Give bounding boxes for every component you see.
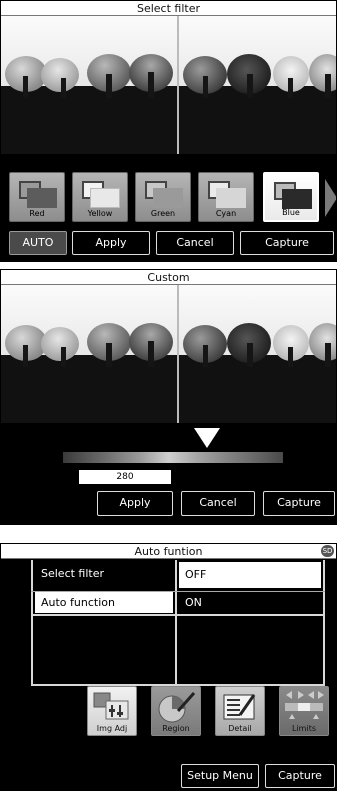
screen-title: Select filter bbox=[1, 1, 336, 16]
screen-title: Auto funtion SD bbox=[1, 544, 336, 559]
auto-function-value[interactable]: ON bbox=[179, 592, 321, 613]
sd-card-badge: SD bbox=[321, 545, 334, 557]
live-preview bbox=[1, 16, 336, 154]
limits-tile[interactable]: Limits bbox=[279, 686, 329, 736]
image-adjust-icon bbox=[93, 692, 129, 720]
filter-swatch bbox=[27, 188, 57, 208]
filter-swatch bbox=[216, 188, 246, 208]
screen-title-text: Auto funtion bbox=[134, 545, 203, 558]
live-preview bbox=[1, 285, 336, 423]
filter-label: Red bbox=[29, 209, 45, 218]
scroll-right-arrow-icon[interactable] bbox=[325, 179, 337, 217]
value-field[interactable]: 280 bbox=[79, 470, 171, 484]
apply-button[interactable]: Apply bbox=[72, 231, 150, 255]
menu-item-auto-function[interactable]: Auto function bbox=[35, 592, 173, 613]
filter-yellow[interactable]: Yellow bbox=[72, 172, 128, 222]
filter-red[interactable]: Red bbox=[9, 172, 65, 222]
region-icon bbox=[158, 692, 196, 723]
capture-button[interactable]: Capture bbox=[263, 491, 335, 516]
tile-label: Img Adj bbox=[96, 724, 128, 733]
detail-icon bbox=[223, 694, 256, 720]
capture-button[interactable]: Capture bbox=[265, 764, 335, 788]
filter-blue[interactable]: Blue bbox=[263, 172, 319, 222]
tile-label: Detail bbox=[228, 724, 252, 733]
region-tile[interactable]: Region bbox=[151, 686, 201, 736]
cancel-button[interactable]: Cancel bbox=[156, 231, 234, 255]
filter-swatch bbox=[153, 188, 183, 208]
auto-button[interactable]: AUTO bbox=[9, 231, 67, 255]
filter-label: Yellow bbox=[87, 209, 113, 218]
select-filter-value[interactable]: OFF bbox=[179, 562, 321, 588]
tile-label: Limits bbox=[292, 724, 316, 733]
custom-screen: Custom 280 Apply Cancel Capture bbox=[0, 269, 337, 525]
wavelength-gradient-bar[interactable] bbox=[63, 452, 283, 463]
tile-label: Region bbox=[162, 724, 190, 733]
filter-swatch bbox=[90, 188, 120, 208]
select-filter-screen: Select filter Red Yellow Green Cyan Blue… bbox=[0, 0, 337, 262]
detail-tile[interactable]: Detail bbox=[215, 686, 265, 736]
capture-button[interactable]: Capture bbox=[240, 231, 334, 255]
filter-swatch bbox=[282, 189, 312, 209]
cancel-button[interactable]: Cancel bbox=[181, 491, 255, 516]
filter-label: Green bbox=[150, 209, 176, 218]
img-adj-tile[interactable]: Img Adj bbox=[87, 686, 137, 736]
setup-menu-button[interactable]: Setup Menu bbox=[181, 764, 259, 788]
filter-cyan[interactable]: Cyan bbox=[198, 172, 254, 222]
screen-title: Custom bbox=[1, 270, 336, 285]
menu-item-select-filter[interactable]: Select filter bbox=[35, 562, 173, 585]
filter-green[interactable]: Green bbox=[135, 172, 191, 222]
filter-label: Blue bbox=[282, 208, 300, 217]
slider-pointer-icon[interactable] bbox=[194, 428, 220, 448]
apply-button[interactable]: Apply bbox=[97, 491, 173, 516]
auto-function-screen: Auto funtion SD Select filter OFF Auto f… bbox=[0, 543, 337, 791]
limits-icon bbox=[285, 691, 324, 719]
filter-label: Cyan bbox=[215, 209, 237, 218]
